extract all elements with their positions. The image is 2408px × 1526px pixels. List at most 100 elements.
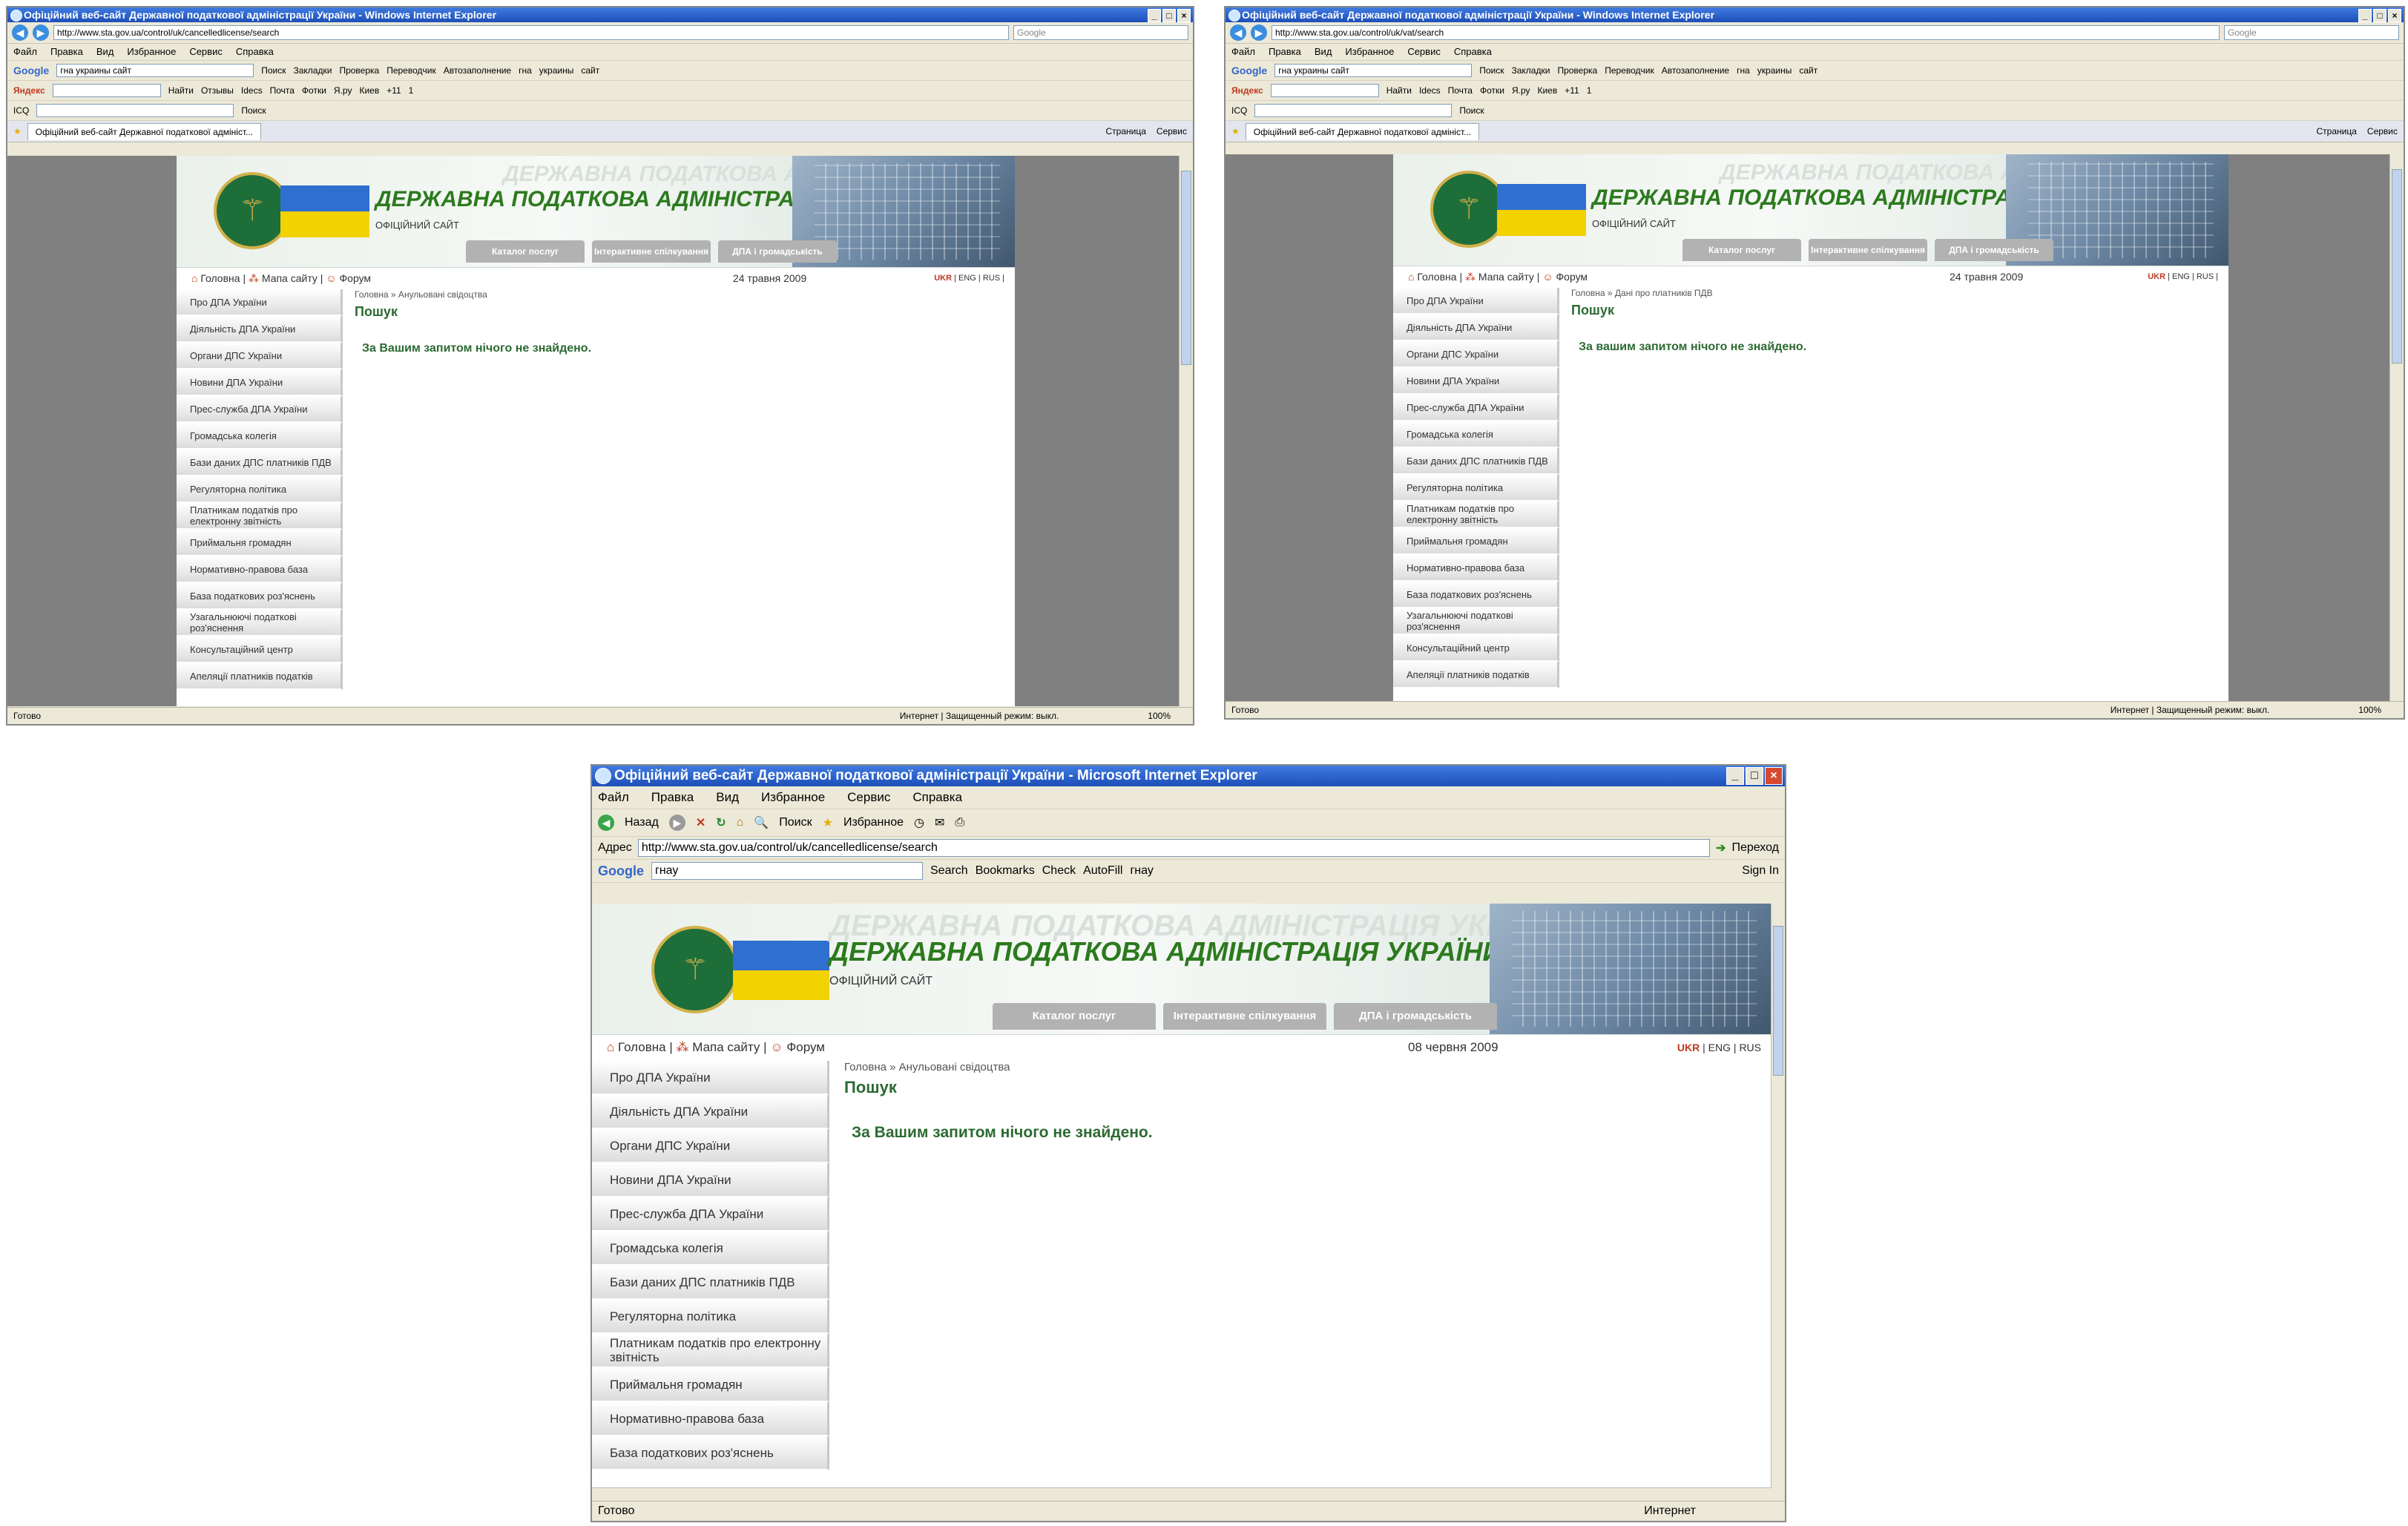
sidebar-item[interactable]: Платникам податків про електронну звітні… [1393, 501, 1559, 528]
toolbar-check[interactable]: Проверка [1557, 65, 1597, 76]
horizontal-scrollbar[interactable] [592, 1487, 1772, 1502]
address-input[interactable]: http://www.sta.gov.ua/control/uk/cancell… [637, 839, 1711, 857]
toolbar-term-1[interactable]: гна [519, 65, 532, 76]
close-button[interactable]: × [2388, 9, 2401, 22]
forward-icon[interactable]: ▶ [1251, 24, 1267, 41]
sidebar-item[interactable]: Регуляторна політика [592, 1300, 829, 1334]
sidebar-item[interactable]: Органи ДПС України [177, 343, 343, 369]
sidebar-item[interactable]: Нормативно-правова база [1393, 555, 1559, 582]
search-icon[interactable]: 🔍 [754, 815, 769, 830]
page-menu[interactable]: Страница [1106, 126, 1146, 137]
vertical-scrollbar[interactable] [1179, 156, 1193, 706]
sidebar-item[interactable]: Регуляторна політика [1393, 475, 1559, 501]
breadcrumb[interactable]: Головна » Дані про платників ПДВ [1571, 288, 2221, 298]
lang-ukr[interactable]: UKR [1677, 1042, 1700, 1053]
sidebar-item[interactable]: Про ДПА України [592, 1061, 829, 1095]
favorites-star-icon[interactable]: ★ [823, 815, 833, 830]
vertical-scrollbar[interactable] [1771, 904, 1785, 1502]
tools-menu[interactable]: Сервис [2367, 126, 2398, 137]
nav-forum[interactable]: Форум [340, 272, 372, 284]
nav-home[interactable]: Головна [200, 272, 240, 284]
close-button[interactable]: × [1765, 767, 1783, 785]
toolbar-autofill[interactable]: Автозаполнение [1662, 65, 1729, 76]
maximize-button[interactable]: □ [2373, 9, 2386, 22]
maximize-button[interactable]: □ [1162, 9, 1176, 22]
close-button[interactable]: × [1177, 9, 1191, 22]
icq-label[interactable]: ICQ [13, 105, 29, 116]
yandex-weather[interactable]: +11 [386, 85, 401, 96]
lang-eng[interactable]: ENG [2172, 272, 2190, 281]
toolbar-autofill[interactable]: Автозаполнение [444, 65, 511, 76]
minimize-button[interactable]: _ [2358, 9, 2372, 22]
icq-search-input[interactable] [36, 104, 234, 117]
sidebar-item[interactable]: Приймальня громадян [177, 530, 343, 556]
forward-icon[interactable]: ▶ [33, 24, 49, 41]
toolbar-translate[interactable]: Переводчик [386, 65, 436, 76]
toolbar-search[interactable]: Search [930, 864, 968, 878]
minimize-button[interactable]: _ [1726, 767, 1744, 785]
yandex-count[interactable]: 1 [409, 85, 414, 96]
toolbar-term[interactable]: гнау [1130, 864, 1153, 878]
lang-rus[interactable]: RUS [2197, 272, 2214, 281]
toolbar-bookmarks[interactable]: Закладки [294, 65, 332, 76]
sidebar-item[interactable]: Громадська колегія [1393, 421, 1559, 448]
toolbar-term-3[interactable]: сайт [581, 65, 599, 76]
sidebar-item[interactable]: Регуляторна політика [177, 476, 343, 503]
lang-rus[interactable]: RUS [983, 274, 1000, 283]
toolbar-term-1[interactable]: гна [1737, 65, 1750, 76]
nav-sitemap[interactable]: Мапа сайту [1478, 271, 1534, 283]
minimize-button[interactable]: _ [1148, 9, 1161, 22]
menu-help[interactable]: Справка [912, 786, 962, 809]
mail-icon[interactable]: ✉ [935, 815, 944, 830]
nav-forum[interactable]: Форум [1556, 271, 1588, 283]
menu-file[interactable]: Файл [13, 44, 37, 60]
toolbar-autofill[interactable]: AutoFill [1083, 864, 1122, 878]
menu-help[interactable]: Справка [1454, 44, 1492, 60]
yandex-find-button[interactable]: Найти [168, 85, 194, 96]
tab-active[interactable]: Офіційний веб-сайт Державної податкової … [27, 122, 262, 140]
sidebar-item[interactable]: Апеляції платників податків [177, 663, 343, 690]
banner-tab-catalog[interactable]: Каталог послуг [466, 240, 585, 263]
sidebar-item[interactable]: Прес-служба ДПА України [592, 1197, 829, 1231]
toolbar-translate[interactable]: Переводчик [1605, 65, 1654, 76]
sidebar-item[interactable]: Платникам податків про електронну звітні… [592, 1334, 829, 1368]
menu-view[interactable]: Вид [1315, 44, 1332, 60]
go-button[interactable]: Переход [1731, 841, 1779, 855]
sidebar-item[interactable]: Нормативно-правова база [177, 556, 343, 583]
menu-view[interactable]: Вид [716, 786, 739, 809]
banner-tab-interactive[interactable]: Інтерактивне спілкування [592, 240, 711, 263]
sidebar-item[interactable]: Бази даних ДПС платників ПДВ [592, 1266, 829, 1300]
breadcrumb[interactable]: Головна » Анульовані свідоцтва [844, 1061, 1764, 1073]
yandex-weather[interactable]: +11 [1565, 85, 1579, 96]
sidebar-item[interactable]: Консультаційний центр [1393, 635, 1559, 662]
zoom-level[interactable]: 100% [2358, 702, 2404, 718]
sidebar-item[interactable]: База податкових роз'яснень [177, 583, 343, 610]
sidebar-item[interactable]: Про ДПА України [1393, 288, 1559, 315]
sidebar-item[interactable]: Бази даних ДПС платників ПДВ [177, 450, 343, 476]
google-search-input[interactable]: гна украины сайт [56, 64, 254, 77]
yandex-search-input[interactable] [1270, 84, 1379, 97]
stop-icon[interactable]: ✕ [696, 815, 705, 830]
nav-forum[interactable]: Форум [786, 1040, 825, 1054]
menu-file[interactable]: Файл [598, 786, 629, 809]
sidebar-item[interactable]: Узагальнюючі податкові роз'яснення [177, 610, 343, 637]
banner-tab-interactive[interactable]: Інтерактивне спілкування [1809, 239, 1927, 261]
history-icon[interactable]: ◷ [914, 815, 924, 830]
menu-help[interactable]: Справка [236, 44, 274, 60]
tab-active[interactable]: Офіційний веб-сайт Державної податкової … [1245, 122, 1480, 140]
toolbar-term-2[interactable]: украины [539, 65, 574, 76]
menu-tools[interactable]: Сервис [1407, 44, 1441, 60]
lang-rus[interactable]: RUS [1739, 1042, 1761, 1053]
banner-tab-public[interactable]: ДПА і громадськість [718, 240, 837, 263]
back-icon[interactable]: ◀ [598, 815, 614, 831]
sidebar-item[interactable]: Нормативно-правова база [592, 1402, 829, 1436]
favorites-star-icon[interactable]: ★ [13, 126, 22, 137]
sidebar-item[interactable]: Прес-служба ДПА України [177, 396, 343, 423]
yandex-idecs[interactable]: Idecs [241, 85, 263, 96]
lang-ukr[interactable]: UKR [934, 274, 952, 283]
zoom-level[interactable]: 100% [1148, 708, 1193, 724]
icq-search[interactable]: Поиск [1459, 105, 1484, 116]
lang-eng[interactable]: ENG [1708, 1042, 1731, 1053]
sidebar-item[interactable]: Платникам податків про електронну звітні… [177, 503, 343, 530]
banner-tab-catalog[interactable]: Каталог послуг [1682, 239, 1801, 261]
